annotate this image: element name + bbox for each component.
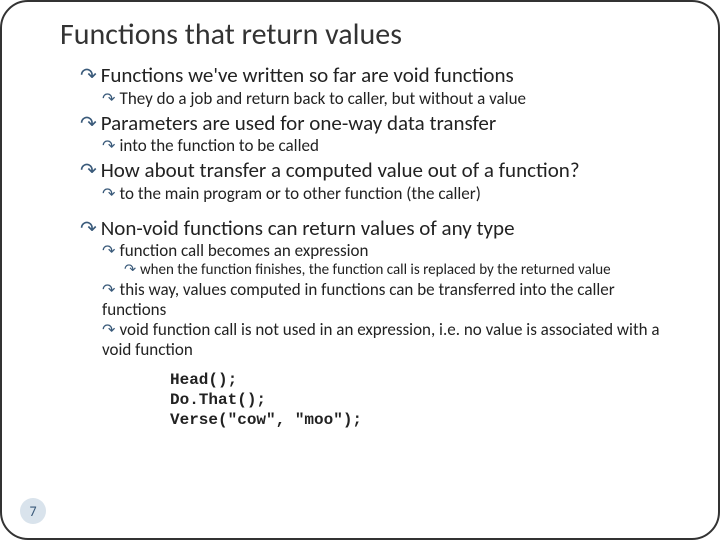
slide-frame: Functions that return values ↷Functions …	[0, 0, 720, 540]
bullet-text: How about transfer a computed value out …	[101, 157, 580, 183]
arrow-icon: ↷	[80, 113, 97, 137]
bullet-expression-sub: ↷when the function finishes, the functio…	[124, 261, 680, 280]
arrow-icon: ↷	[80, 65, 97, 89]
bullet-text: function call becomes an expression	[120, 240, 369, 261]
page-number-badge: 7	[20, 498, 46, 524]
bullet-transfer-values: ↷this way, values computed in functions …	[102, 280, 680, 320]
arrow-icon: ↷	[102, 242, 116, 261]
bullet-void-sub: ↷They do a job and return back to caller…	[102, 89, 680, 109]
bullet-parameters: ↷Parameters are used for one-way data tr…	[80, 111, 680, 137]
bullet-text: They do a job and return back to caller,…	[120, 88, 526, 109]
bullet-void-not-expr: ↷void function call is not used in an ex…	[102, 320, 680, 360]
bullet-void-functions: ↷Functions we've written so far are void…	[80, 63, 680, 89]
bullet-text: into the function to be called	[120, 135, 319, 156]
bullet-text: Non-void functions can return values of …	[101, 215, 515, 241]
slide-title: Functions that return values	[60, 16, 690, 53]
bullet-text: this way, values computed in functions c…	[102, 279, 615, 320]
code-example: Head(); Do.That(); Verse("cow", "moo");	[170, 370, 680, 430]
arrow-icon: ↷	[80, 218, 97, 242]
arrow-icon: ↷	[102, 137, 116, 156]
bullet-transfer-out: ↷How about transfer a computed value out…	[80, 158, 680, 184]
arrow-icon: ↷	[102, 321, 116, 340]
bullet-expression: ↷function call becomes an expression	[102, 241, 680, 261]
bullet-nonvoid: ↷Non-void functions can return values of…	[80, 216, 680, 242]
arrow-icon: ↷	[102, 185, 116, 204]
arrow-icon: ↷	[102, 90, 116, 109]
bullet-text: when the function finishes, the function…	[140, 261, 611, 279]
arrow-icon: ↷	[102, 281, 116, 300]
slide-content: ↷Functions we've written so far are void…	[80, 63, 680, 430]
arrow-icon: ↷	[124, 261, 136, 278]
bullet-transfer-out-sub: ↷to the main program or to other functio…	[102, 184, 680, 204]
bullet-parameters-sub: ↷into the function to be called	[102, 136, 680, 156]
bullet-text: to the main program or to other function…	[120, 183, 481, 204]
bullet-text: Parameters are used for one-way data tra…	[101, 110, 496, 136]
page-number: 7	[29, 503, 36, 520]
arrow-icon: ↷	[80, 160, 97, 184]
bullet-text: void function call is not used in an exp…	[102, 319, 660, 360]
bullet-text: Functions we've written so far are void …	[101, 62, 514, 88]
